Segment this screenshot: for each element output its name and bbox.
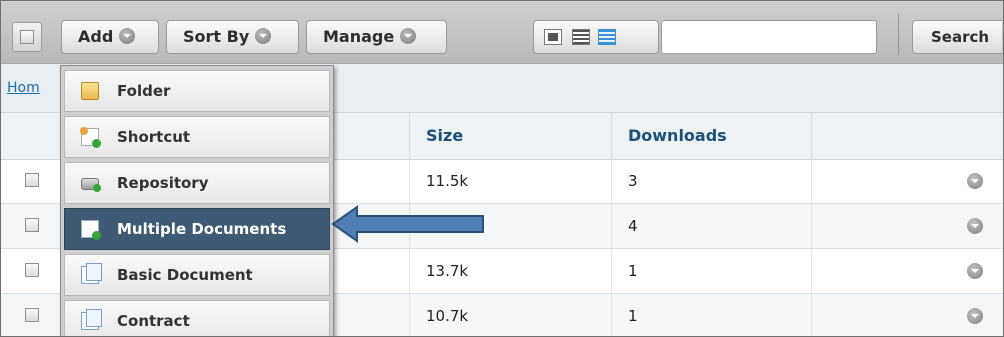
manage-button-label: Manage — [323, 27, 395, 46]
menu-item-label: Shortcut — [117, 128, 191, 146]
column-divider — [811, 113, 812, 159]
column-divider — [611, 294, 612, 336]
row-actions-icon[interactable] — [967, 218, 983, 234]
chevron-down-icon — [400, 27, 417, 44]
column-divider — [811, 159, 812, 204]
breadcrumb-home-link[interactable]: Hom — [7, 80, 40, 96]
toolbar-divider — [898, 13, 899, 55]
search-button[interactable]: Search — [912, 20, 1002, 54]
list-view-icon[interactable] — [598, 29, 616, 45]
search-input[interactable] — [661, 20, 877, 54]
menu-item-label: Contract — [117, 312, 190, 330]
chevron-down-icon — [255, 27, 272, 44]
shortcut-icon — [80, 127, 101, 148]
row-downloads: 1 — [628, 262, 638, 280]
select-all-checkbox[interactable] — [20, 30, 34, 44]
menu-item-label: Repository — [117, 174, 209, 192]
menu-item-contract[interactable]: Contract — [64, 300, 330, 336]
row-downloads: 4 — [628, 217, 638, 235]
row-size: 10.7k — [426, 307, 469, 325]
thumbnail-view-icon[interactable] — [544, 29, 562, 45]
menu-item-shortcut[interactable]: Shortcut — [64, 116, 330, 158]
row-size: 13.7k — [426, 262, 469, 280]
column-divider — [409, 159, 410, 204]
manage-button[interactable]: Manage — [306, 20, 447, 54]
column-divider — [611, 113, 612, 159]
toolbar: Add Sort By Manage Search — [1, 1, 1003, 64]
column-divider — [811, 294, 812, 336]
column-divider — [811, 249, 812, 294]
menu-item-basic-document[interactable]: Basic Document — [64, 254, 330, 296]
contract-icon — [81, 309, 102, 330]
column-divider — [409, 294, 410, 336]
menu-item-label: Multiple Documents — [117, 220, 287, 238]
column-divider — [611, 249, 612, 294]
detail-view-icon[interactable] — [572, 29, 590, 45]
row-size: 11.5k — [426, 172, 469, 190]
column-divider — [611, 204, 612, 249]
column-header-downloads[interactable]: Downloads — [628, 126, 727, 145]
row-checkbox[interactable] — [25, 218, 39, 232]
repository-icon — [81, 178, 101, 192]
row-downloads: 1 — [628, 307, 638, 325]
column-header-size[interactable]: Size — [426, 126, 463, 145]
column-divider — [611, 159, 612, 204]
row-downloads: 3 — [628, 172, 638, 190]
menu-item-label: Basic Document — [117, 266, 253, 284]
multiple-documents-icon — [81, 220, 101, 240]
column-divider — [409, 249, 410, 294]
chevron-down-icon — [119, 27, 136, 44]
select-all-button[interactable] — [12, 22, 42, 52]
row-checkbox[interactable] — [25, 308, 39, 322]
add-menu: Folder Shortcut Repository Multiple Docu… — [60, 65, 334, 336]
window: Add Sort By Manage Search Hom Size Downl… — [0, 0, 1004, 337]
menu-item-label: Folder — [117, 82, 171, 100]
sort-by-button[interactable]: Sort By — [166, 20, 299, 54]
menu-item-multiple-documents[interactable]: Multiple Documents — [64, 208, 330, 250]
add-button-label: Add — [78, 27, 114, 46]
menu-item-folder[interactable]: Folder — [64, 70, 330, 112]
menu-item-repository[interactable]: Repository — [64, 162, 330, 204]
sort-by-button-label: Sort By — [183, 27, 250, 46]
view-mode-group — [533, 20, 659, 54]
add-button[interactable]: Add — [61, 20, 159, 54]
pointer-arrow — [331, 205, 484, 243]
row-actions-icon[interactable] — [967, 173, 983, 189]
folder-icon — [81, 82, 99, 100]
row-checkbox[interactable] — [25, 263, 39, 277]
row-checkbox[interactable] — [25, 173, 39, 187]
column-divider — [409, 113, 410, 159]
row-actions-icon[interactable] — [967, 308, 983, 324]
column-divider — [811, 204, 812, 249]
row-actions-icon[interactable] — [967, 263, 983, 279]
basic-document-icon — [81, 263, 102, 284]
